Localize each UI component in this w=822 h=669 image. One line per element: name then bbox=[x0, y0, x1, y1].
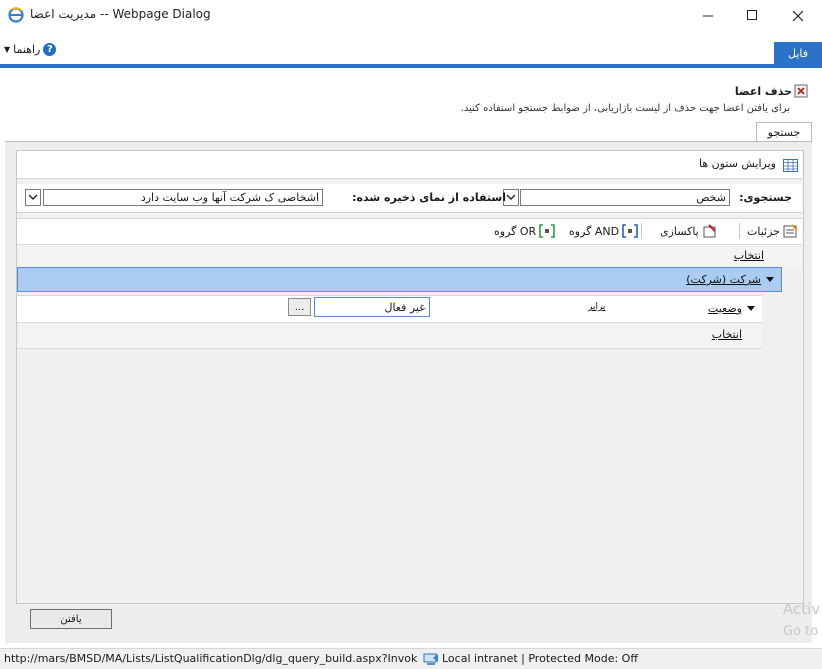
page-description: برای یافتن اعضا جهت حذف از لیست بازاریاب… bbox=[460, 103, 790, 114]
group-and-label: گروه AND bbox=[569, 224, 620, 238]
group-or-button[interactable]: گروه OR bbox=[494, 223, 556, 239]
delete-members-icon bbox=[794, 84, 808, 98]
columns-icon bbox=[783, 159, 798, 172]
maximize-button[interactable] bbox=[730, 0, 774, 31]
search-row: جستجوی: شخص استفاده از نمای ذخیره شده: ا… bbox=[17, 184, 802, 213]
saved-view-dropdown-button[interactable] bbox=[25, 189, 41, 206]
help-label: راهنما bbox=[13, 42, 41, 56]
group-link[interactable]: شرکت (شرکت) bbox=[686, 273, 761, 286]
help-icon: ? bbox=[43, 42, 57, 56]
group-and-icon bbox=[622, 224, 638, 238]
condition-field-link[interactable]: وضعیت bbox=[708, 302, 742, 315]
details-label: جزئیات bbox=[747, 224, 780, 238]
tab-search[interactable]: جستجو bbox=[756, 122, 812, 142]
chevron-down-icon: ▼ bbox=[4, 44, 11, 54]
condition-operator-link[interactable]: برابر bbox=[588, 302, 605, 312]
edit-columns-label: ویرایش ستون ها bbox=[698, 157, 776, 170]
page-title: حذف اعضا bbox=[734, 85, 792, 98]
help-menu[interactable]: ▼ راهنما ? bbox=[4, 40, 57, 58]
activation-watermark-sub: Go to bbox=[783, 624, 819, 639]
status-zone: Local intranet | Protected Mode: Off bbox=[442, 652, 638, 665]
close-button[interactable] bbox=[776, 0, 820, 31]
edit-columns-bar[interactable]: ویرایش ستون ها bbox=[17, 151, 802, 179]
clear-label: پاکسازی bbox=[660, 224, 699, 238]
activation-watermark: Activ bbox=[783, 600, 821, 618]
details-button[interactable]: جزئیات bbox=[747, 223, 799, 239]
details-icon bbox=[783, 224, 798, 238]
lookfor-label: جستجوی: bbox=[739, 191, 792, 204]
lookfor-value: شخص bbox=[696, 191, 726, 204]
clear-button[interactable]: پاکسازی bbox=[660, 223, 718, 239]
condition-value-input[interactable]: غیر فعال bbox=[314, 297, 430, 317]
toolbar-separator bbox=[641, 223, 642, 239]
status-bar: http://mars/BMSD/MA/Lists/ListQualificat… bbox=[0, 648, 822, 669]
chevron-down-icon bbox=[506, 194, 516, 200]
minimize-icon bbox=[702, 15, 713, 17]
select-row-link[interactable]: انتخاب bbox=[712, 328, 742, 341]
query-toolbar: جزئیات پاکسازی گروه AND گروه OR bbox=[17, 218, 802, 244]
select-header-link[interactable]: انتخاب bbox=[734, 249, 764, 262]
saved-view-value: اشخاصی ک شرکت آنها وب سایت دارد bbox=[140, 191, 319, 204]
saved-view-select[interactable]: اشخاصی ک شرکت آنها وب سایت دارد bbox=[43, 189, 323, 206]
chevron-down-icon[interactable] bbox=[747, 306, 756, 312]
title-bar: مدیریت اعضا -- Webpage Dialog bbox=[0, 0, 822, 31]
group-or-label: گروه OR bbox=[494, 224, 537, 238]
chevron-down-icon bbox=[28, 194, 38, 200]
saved-view-label: استفاده از نمای ذخیره شده: bbox=[352, 191, 506, 204]
ribbon-divider bbox=[0, 64, 822, 68]
clear-icon bbox=[703, 224, 716, 238]
chevron-down-icon[interactable] bbox=[766, 277, 775, 283]
group-row[interactable]: شرکت (شرکت) bbox=[17, 267, 782, 292]
group-and-button[interactable]: گروه AND bbox=[569, 223, 638, 239]
status-url: http://mars/BMSD/MA/Lists/ListQualificat… bbox=[4, 652, 417, 665]
ie-icon bbox=[8, 7, 24, 23]
group-or-icon bbox=[539, 224, 556, 238]
intranet-zone-icon bbox=[423, 653, 438, 665]
select-row: انتخاب bbox=[17, 322, 762, 349]
menu-row: ▼ راهنما ? bbox=[0, 35, 822, 65]
minimize-button[interactable] bbox=[686, 0, 730, 31]
select-header-row: انتخاب bbox=[17, 244, 802, 267]
find-button[interactable]: یافتن bbox=[30, 609, 112, 629]
maximize-icon bbox=[746, 10, 757, 20]
close-icon bbox=[792, 10, 804, 21]
toolbar-separator bbox=[739, 223, 740, 239]
window-title: مدیریت اعضا -- Webpage Dialog bbox=[30, 7, 211, 21]
lookfor-select[interactable]: شخص bbox=[520, 189, 730, 206]
file-tab[interactable]: فایل bbox=[774, 42, 822, 64]
lookup-button[interactable]: ... bbox=[288, 298, 311, 316]
